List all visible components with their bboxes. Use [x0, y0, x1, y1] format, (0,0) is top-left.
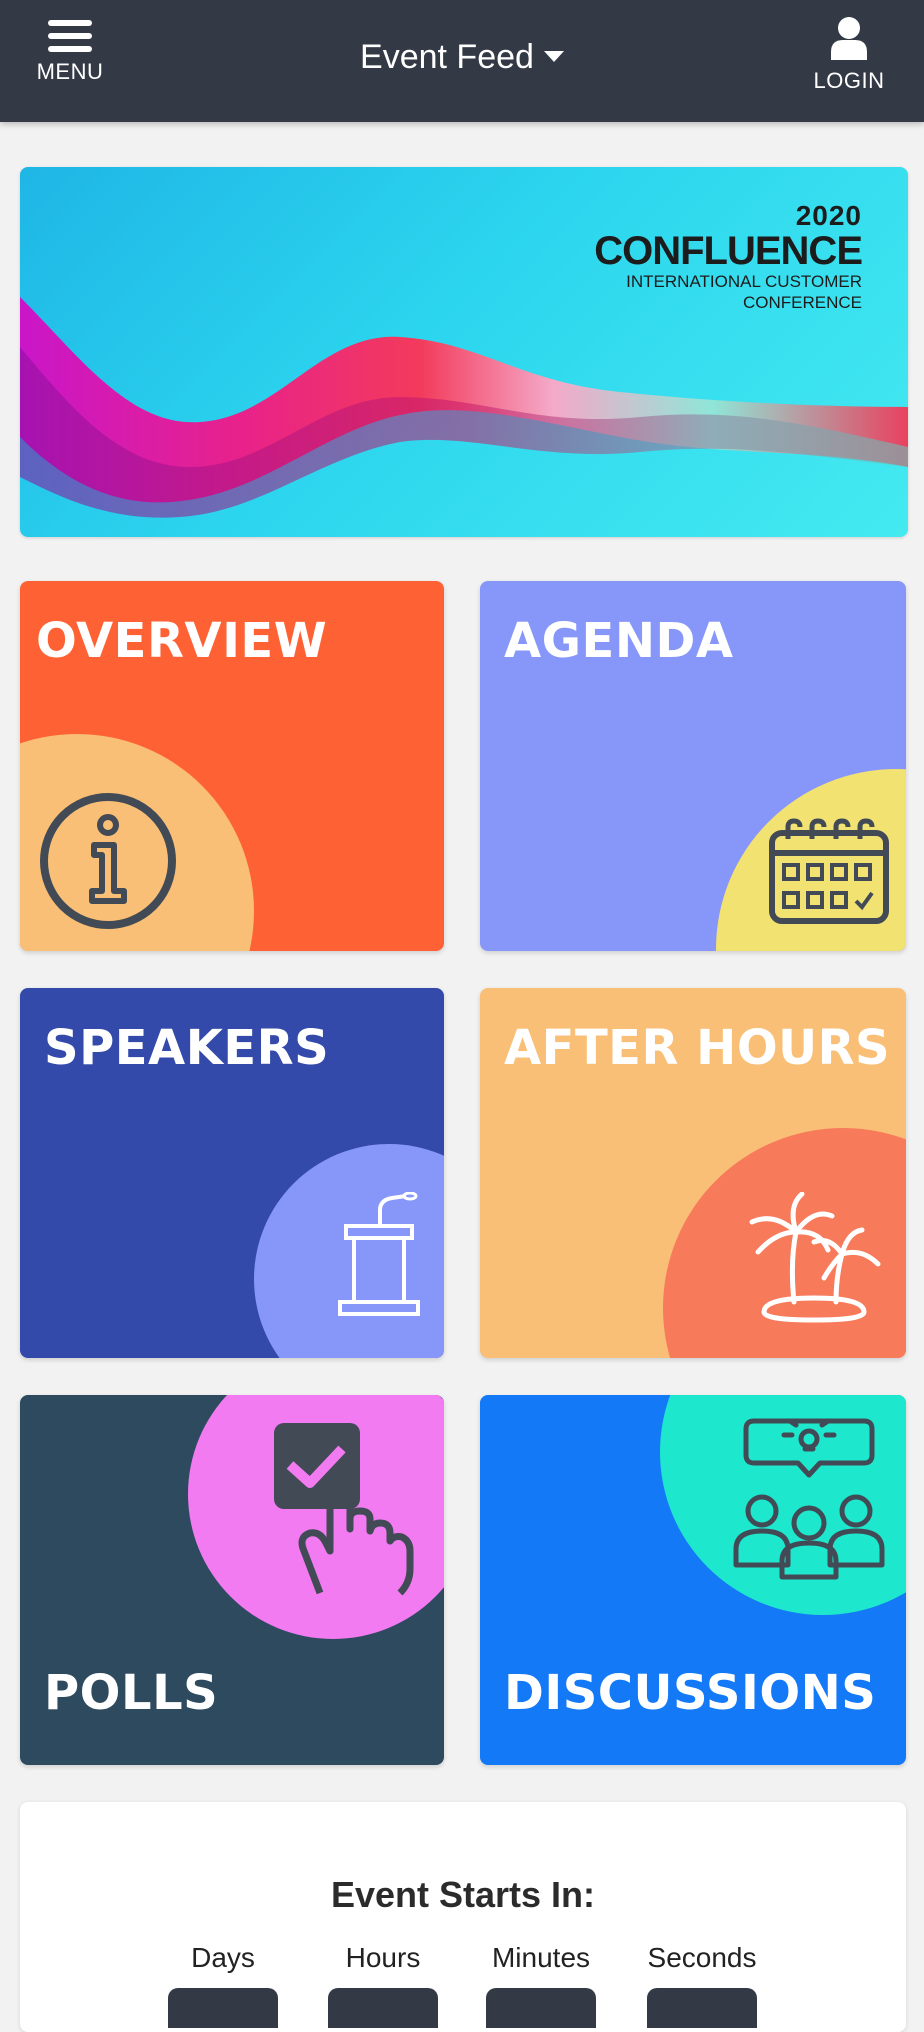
page-title: Event Feed: [360, 38, 534, 76]
logo-brand: CONFLUENCE: [594, 229, 863, 273]
calendar-icon: [769, 818, 889, 924]
login-label: LOGIN: [813, 68, 885, 93]
logo-tagline-line2: CONFERENCE: [742, 293, 862, 312]
user-icon: [831, 17, 867, 60]
vote-hand-icon: [274, 1423, 414, 1596]
tile-polls[interactable]: POLLS: [20, 1395, 444, 1765]
tile-discussions[interactable]: DISCUSSIONS: [480, 1395, 906, 1765]
countdown-title: Event Starts In:: [330, 1874, 596, 1915]
tile-speakers[interactable]: SPEAKERS: [20, 988, 444, 1358]
menu-button[interactable]: MENU: [22, 14, 118, 106]
login-button[interactable]: LOGIN: [794, 12, 904, 108]
caret-down-icon: [543, 51, 564, 62]
countdown-unit-label: Seconds: [647, 1942, 757, 1973]
countdown-unit-label: Minutes: [491, 1942, 591, 1973]
tile-title: OVERVIEW: [36, 613, 328, 669]
event-feed-dropdown[interactable]: Event Feed: [320, 38, 604, 88]
top-app-bar: MENU Event Feed LOGIN: [0, 0, 924, 122]
countdown-value-box: [647, 1988, 757, 2028]
tile-overview[interactable]: OVERVIEW: [20, 581, 444, 951]
tile-title: AGENDA: [504, 613, 734, 669]
countdown-unit-label: Hours: [345, 1942, 421, 1973]
conference-banner[interactable]: 2020 CONFLUENCE INTERNATIONAL CUSTOMER C…: [20, 167, 908, 537]
logo-tagline-line1: INTERNATIONAL CUSTOMER: [626, 272, 862, 291]
countdown-minutes: Minutes: [471, 1942, 611, 2028]
info-icon: [40, 793, 176, 929]
countdown-hours: Hours: [313, 1942, 453, 2028]
hamburger-icon: [48, 20, 92, 52]
tile-agenda[interactable]: AGENDA: [480, 581, 906, 951]
palm-island-icon: [749, 1192, 881, 1323]
countdown-value-box: [328, 1988, 438, 2028]
group-idea-icon: [733, 1418, 885, 1580]
tile-title: SPEAKERS: [44, 1020, 330, 1076]
tile-title: DISCUSSIONS: [504, 1665, 877, 1721]
conference-logo: 2020 CONFLUENCE INTERNATIONAL CUSTOMER C…: [594, 200, 863, 313]
countdown-value-box: [168, 1988, 278, 2028]
countdown-value-box: [486, 1988, 596, 2028]
countdown-unit-label: Days: [191, 1942, 255, 1973]
tile-after-hours[interactable]: AFTER HOURS: [480, 988, 906, 1358]
menu-label: MENU: [36, 59, 104, 84]
tile-title: POLLS: [44, 1665, 219, 1721]
event-countdown-card: Event Starts In: Days Hours Minutes Seco…: [20, 1802, 906, 2032]
countdown-days: Days: [153, 1942, 293, 2028]
tile-title: AFTER HOURS: [504, 1020, 891, 1076]
podium-icon: [338, 1192, 420, 1316]
countdown-seconds: Seconds: [632, 1942, 772, 2028]
logo-year: 2020: [795, 200, 862, 231]
